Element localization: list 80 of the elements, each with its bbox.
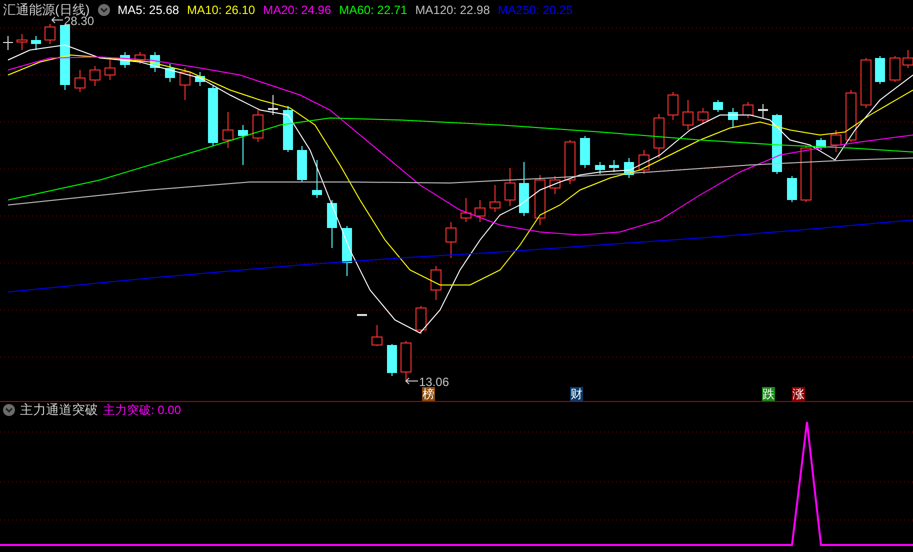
- candlestick: [860, 58, 872, 108]
- price-label: 13.06: [419, 376, 450, 388]
- ma-legend-label: MA120: 22.98: [415, 2, 490, 19]
- candlestick: [342, 226, 352, 276]
- candlestick: [430, 266, 442, 300]
- event-marker[interactable]: 跌: [762, 387, 775, 401]
- candlestick: [609, 160, 619, 172]
- candlestick: [268, 94, 278, 116]
- candlestick: [90, 66, 100, 86]
- candlestick: [283, 106, 293, 152]
- candlestick: [446, 222, 456, 258]
- candlestick: [534, 174, 546, 226]
- candlestick: [104, 60, 116, 80]
- candlestick: [846, 90, 856, 142]
- candlestick: [195, 72, 205, 86]
- event-marker[interactable]: 榜: [422, 387, 435, 401]
- candlestick: [682, 100, 694, 130]
- candlestick: [120, 52, 130, 68]
- candlestick: [460, 198, 472, 222]
- candlestick: [60, 24, 70, 90]
- candlestick: [758, 104, 768, 118]
- candlestick: [312, 160, 322, 198]
- ma-legend-label: MA5: 25.68: [118, 2, 180, 19]
- arrow-icon: [405, 378, 418, 384]
- candlestick: [504, 168, 516, 206]
- candlestick: [875, 56, 885, 84]
- candlestick: [742, 102, 754, 118]
- candlestick: [416, 306, 426, 334]
- candlestick: [150, 52, 160, 72]
- candlestick: [134, 52, 146, 64]
- candlestick: [357, 314, 367, 316]
- candlestick: [372, 324, 382, 346]
- candlestick: [31, 36, 41, 50]
- ma-legend-label: MA10: 26.10: [187, 2, 256, 19]
- ma-legend-label: MA20: 24.96: [263, 2, 332, 19]
- candlestick: [387, 344, 397, 376]
- candlestick: [728, 108, 738, 128]
- ma-legend-label: MA250: 20.25: [498, 2, 573, 19]
- candlestick: [830, 130, 842, 152]
- indicator-legend: 主力突破: 0.00: [103, 401, 182, 419]
- arrow-icon: [51, 16, 64, 24]
- candlestick: [580, 136, 590, 168]
- candlestick: [297, 146, 307, 182]
- chart-title: 汇通能源(日线): [3, 1, 90, 18]
- candlestick: [74, 70, 86, 92]
- candlestick: [222, 112, 234, 148]
- candlestick: [400, 340, 412, 382]
- event-marker[interactable]: 财: [570, 387, 583, 401]
- candlestick: [668, 92, 678, 120]
- price-label: 28.30: [64, 15, 94, 27]
- candlestick: [16, 34, 28, 50]
- collapse-icon[interactable]: [3, 404, 15, 416]
- candlestick: [816, 138, 826, 150]
- candlestick: [327, 200, 337, 248]
- indicator-title: 主力通道突破: [20, 401, 98, 420]
- candlestick: [800, 146, 812, 202]
- candlestick: [474, 200, 486, 222]
- candlestick: [238, 124, 248, 166]
- candlestick: [638, 150, 650, 174]
- candlestick: [890, 56, 900, 82]
- ma-legend-label: MA60: 22.71: [339, 2, 408, 19]
- candlestick: [519, 162, 529, 216]
- candlestick: [550, 176, 560, 194]
- candlestick: [3, 36, 13, 50]
- candlestick: [180, 68, 190, 100]
- candlestick: [595, 162, 605, 174]
- candlestick: [252, 110, 264, 142]
- candlestick: [44, 24, 56, 44]
- candlestick: [772, 114, 782, 174]
- candlestick: [564, 140, 576, 184]
- candlestick: [165, 64, 175, 82]
- candlestick: [654, 114, 664, 158]
- candlestick: [787, 176, 797, 202]
- event-marker[interactable]: 涨: [792, 387, 805, 401]
- candlestick: [490, 184, 500, 212]
- candlestick: [713, 100, 723, 112]
- candlestick: [698, 108, 708, 124]
- collapse-icon[interactable]: [98, 4, 110, 16]
- candlestick: [624, 158, 634, 178]
- candlestick: [208, 86, 218, 146]
